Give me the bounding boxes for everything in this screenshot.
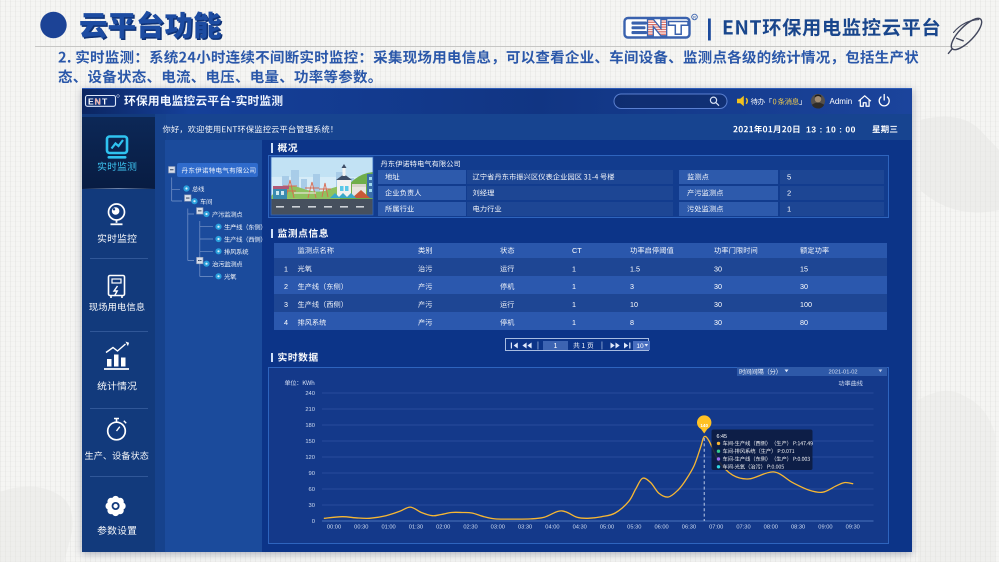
svg-text:07:00: 07:00 — [709, 524, 723, 530]
svg-text:3: 3 — [630, 282, 634, 291]
svg-text:T: T — [102, 96, 108, 106]
svg-text:30: 30 — [309, 503, 315, 509]
svg-text:1: 1 — [787, 205, 791, 214]
svg-text:13 : 10 : 00: 13 : 10 : 00 — [806, 124, 856, 134]
svg-text:140: 140 — [700, 423, 708, 428]
svg-text:240: 240 — [305, 391, 315, 397]
svg-text:N: N — [95, 96, 101, 106]
svg-text:6:45: 6:45 — [717, 434, 728, 440]
svg-text:CT: CT — [572, 246, 582, 255]
svg-text:150: 150 — [305, 439, 315, 445]
svg-text:08:30: 08:30 — [791, 524, 805, 530]
svg-text:03:00: 03:00 — [491, 524, 505, 530]
svg-text:100: 100 — [800, 300, 812, 309]
svg-text:60: 60 — [309, 487, 315, 493]
svg-text:01:30: 01:30 — [409, 524, 423, 530]
svg-text:2: 2 — [284, 282, 288, 291]
svg-text:02:30: 02:30 — [463, 524, 477, 530]
svg-text:80: 80 — [800, 318, 808, 327]
svg-text:4: 4 — [284, 318, 288, 327]
svg-text:15: 15 — [800, 264, 808, 273]
svg-text:1: 1 — [284, 264, 288, 273]
svg-text:1.5: 1.5 — [630, 264, 640, 273]
svg-text:90: 90 — [309, 471, 315, 477]
svg-text:05:00: 05:00 — [600, 524, 614, 530]
svg-text:1: 1 — [554, 343, 558, 350]
svg-text:30: 30 — [714, 318, 722, 327]
svg-text:09:00: 09:00 — [818, 524, 832, 530]
svg-text:10: 10 — [636, 343, 644, 350]
svg-text:1: 1 — [572, 300, 576, 309]
svg-text:30: 30 — [800, 282, 808, 291]
svg-text:30: 30 — [714, 282, 722, 291]
svg-text:30: 30 — [714, 300, 722, 309]
svg-text:2: 2 — [787, 189, 791, 198]
svg-text:02:00: 02:00 — [436, 524, 450, 530]
svg-text:1: 1 — [572, 282, 576, 291]
svg-text:1: 1 — [572, 318, 576, 327]
svg-text:R: R — [693, 15, 696, 20]
svg-text:3: 3 — [284, 300, 288, 309]
svg-text:00:30: 00:30 — [354, 524, 368, 530]
svg-text:10: 10 — [630, 300, 638, 309]
svg-text:2021-01-02: 2021-01-02 — [829, 370, 858, 376]
svg-text:Admin: Admin — [830, 97, 853, 106]
svg-text:06:00: 06:00 — [654, 524, 668, 530]
svg-text:E: E — [88, 96, 94, 106]
svg-text:0: 0 — [312, 519, 315, 525]
svg-text:01:00: 01:00 — [381, 524, 395, 530]
svg-text:180: 180 — [305, 423, 315, 429]
svg-text:08:00: 08:00 — [764, 524, 778, 530]
svg-text:04:00: 04:00 — [545, 524, 559, 530]
svg-text:09:30: 09:30 — [846, 524, 860, 530]
svg-text:210: 210 — [305, 407, 315, 413]
svg-text:8: 8 — [630, 318, 634, 327]
svg-text:06:30: 06:30 — [682, 524, 696, 530]
svg-text:1: 1 — [572, 264, 576, 273]
svg-text:5: 5 — [787, 173, 791, 182]
svg-text:03:30: 03:30 — [518, 524, 532, 530]
svg-text:07:30: 07:30 — [736, 524, 750, 530]
svg-text:04:30: 04:30 — [573, 524, 587, 530]
svg-text:30: 30 — [714, 264, 722, 273]
svg-text:00:00: 00:00 — [327, 524, 341, 530]
svg-text:05:30: 05:30 — [627, 524, 641, 530]
svg-text:120: 120 — [305, 455, 315, 461]
